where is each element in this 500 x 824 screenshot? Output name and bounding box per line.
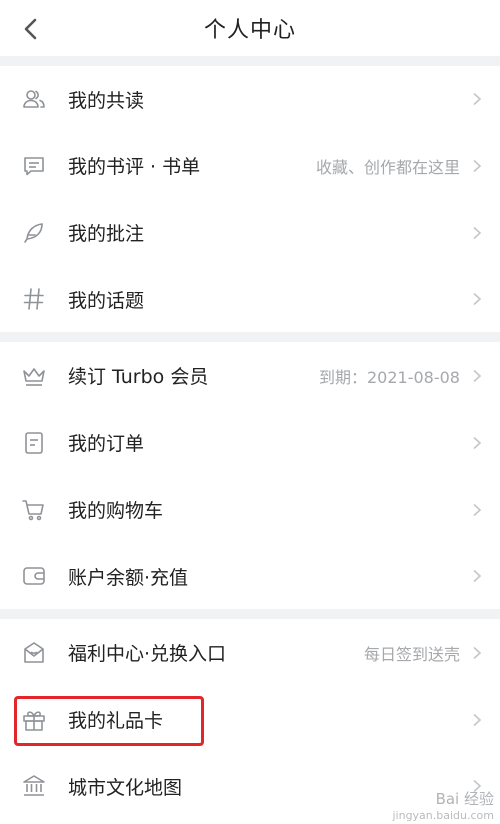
menu-item-balance-recharge[interactable]: 账户余额·充值 [0, 543, 500, 609]
menu-item-gift-card[interactable]: 我的礼品卡 [0, 686, 500, 753]
header-bar: 个人中心 [0, 0, 500, 56]
menu-item-orders[interactable]: 我的订单 [0, 409, 500, 476]
page-title: 个人中心 [203, 18, 296, 43]
menu-hint: 到期：2021-08-08 [319, 367, 460, 387]
chevron-right-icon [473, 713, 482, 726]
gift-icon [20, 706, 48, 734]
chevron-right-icon [473, 159, 482, 172]
menu-hint: 收藏、创作都在这里 [315, 157, 460, 177]
gift-box-icon [20, 639, 48, 667]
crown-icon [20, 362, 48, 390]
menu-item-annotations[interactable]: 我的批注 [0, 199, 500, 266]
order-icon [20, 429, 48, 457]
hash-icon [20, 285, 48, 313]
menu-label: 我的共读 [68, 89, 145, 112]
menu-label: 续订 Turbo 会员 [68, 366, 209, 388]
section-divider [0, 56, 500, 66]
chevron-right-icon [473, 503, 482, 516]
chevron-right-icon [473, 226, 482, 239]
feather-icon [20, 219, 48, 247]
watermark-sub: jingyan.baidu.com [392, 809, 494, 822]
watermark-main: Bai 经验 [435, 790, 494, 808]
menu-item-welfare-center[interactable]: 福利中心·兑换入口 每日签到送壳 [0, 619, 500, 686]
menu-label: 我的购物车 [68, 500, 164, 522]
menu-item-co-reading[interactable]: 我的共读 [0, 66, 500, 132]
chevron-right-icon [473, 569, 482, 583]
section-divider [0, 332, 500, 342]
menu-hint: 每日签到送壳 [363, 644, 460, 664]
menu-item-reviews-booklists[interactable]: 我的书评 · 书单 收藏、创作都在这里 [0, 132, 500, 199]
menu-label: 福利中心·兑换入口 [68, 643, 227, 665]
menu-label: 我的订单 [68, 433, 145, 455]
chevron-right-icon [473, 436, 482, 449]
museum-icon [20, 772, 48, 800]
comment-icon [20, 152, 48, 180]
menu-item-cart[interactable]: 我的购物车 [0, 476, 500, 543]
menu-label: 我的书评 · 书单 [68, 156, 201, 178]
section-divider [0, 609, 500, 619]
menu-label: 我的话题 [68, 289, 145, 312]
users-icon [20, 85, 48, 113]
watermark: Bai 经验 jingyan.baidu.com [392, 788, 494, 822]
chevron-right-icon [473, 292, 482, 306]
chevron-right-icon [473, 646, 482, 659]
chevron-right-icon [473, 369, 482, 382]
menu-item-topics[interactable]: 我的话题 [0, 266, 500, 332]
chevron-right-icon [473, 92, 482, 106]
cart-icon [20, 496, 48, 524]
menu-item-renew-turbo[interactable]: 续订 Turbo 会员 到期：2021-08-08 [0, 342, 500, 409]
menu-label: 账户余额·充值 [68, 566, 189, 589]
menu-label: 我的批注 [68, 223, 145, 245]
menu-label: 我的礼品卡 [68, 710, 164, 732]
wallet-icon [20, 562, 48, 590]
